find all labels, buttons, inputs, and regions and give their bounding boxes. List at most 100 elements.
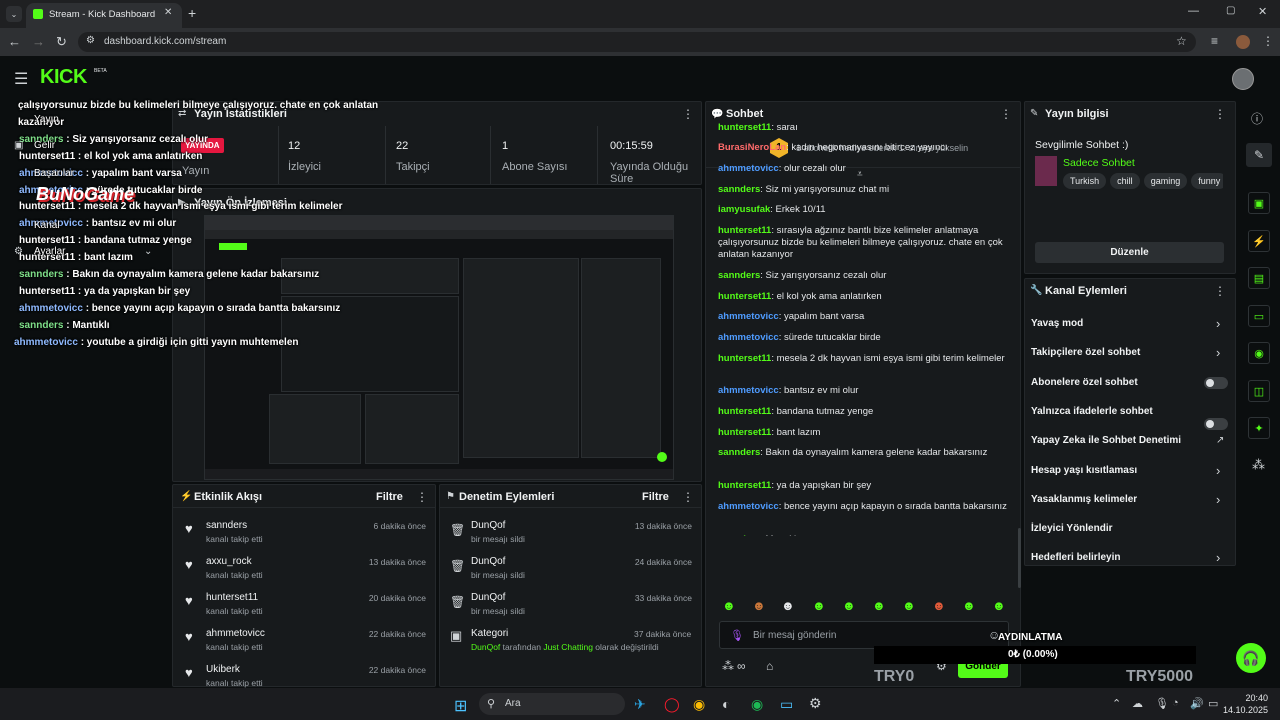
emote-icon[interactable]: ☻ [932,598,946,613]
chat-username[interactable]: ahmmetovicc [718,385,779,396]
browser-tab[interactable]: Stream - Kick Dashboard ✕ [26,3,182,28]
bolt-icon[interactable]: ⚡ [1248,230,1270,252]
channel-action-label[interactable]: İzleyici Yönlendir [1031,523,1113,534]
new-tab-icon[interactable]: + [188,5,196,21]
activity-menu-icon[interactable]: ⋮ [416,490,428,504]
infinity-icon[interactable]: ∞ [737,659,746,673]
battery-icon[interactable]: ▭ [1208,697,1218,710]
moderation-user[interactable]: DunQof [471,520,505,531]
microphone-icon[interactable]: 🎙 [730,629,744,642]
chevron-right-icon[interactable]: › [1216,316,1220,331]
taskbar-search[interactable]: ⚲ Ara [479,693,625,715]
stats-menu-icon[interactable]: ⋮ [682,107,694,121]
browser-menu-icon[interactable]: ⋮ [1262,34,1274,48]
opera-icon[interactable]: ◯ [664,696,680,713]
chat-username[interactable]: hunterset11 [718,291,771,302]
chevron-right-icon[interactable]: › [1216,550,1220,565]
chat-username[interactable]: BurasiNeroLan [718,142,786,153]
clock-date[interactable]: 14.10.2025 [1220,705,1268,715]
spotify-icon[interactable]: ◉ [751,696,763,713]
nav-item-ayarlar[interactable]: Ayarlar [34,246,66,257]
nav-item-gelir[interactable]: Gelir [34,140,55,151]
emote-icon[interactable]: ☻ [752,598,766,613]
toggle-switch[interactable] [1204,417,1228,430]
emote-icon[interactable]: ☻ [781,598,795,613]
back-icon[interactable]: ← [8,34,21,49]
chrome-icon[interactable]: ◉ [693,696,705,713]
emote-icon[interactable]: ☻ [992,598,1006,613]
channel-action-label[interactable]: Yalnızca ifadelerle sohbet [1031,406,1153,417]
bookmark-star-icon[interactable]: ☆ [1176,34,1187,48]
chat-username[interactable]: sannders [718,534,760,536]
screen-icon[interactable]: ▣ [1248,192,1270,214]
close-tab-icon[interactable]: ✕ [164,7,172,18]
emote-icon[interactable]: ☻ [902,598,916,613]
activity-user[interactable]: hunterset11 [206,592,258,603]
toggle-switch[interactable] [1204,376,1228,389]
hamburger-menu-icon[interactable]: ☰ [14,69,28,89]
chat-username[interactable]: sannders [718,447,760,458]
channel-action-label[interactable]: Yapay Zeka ile Sohbet Denetimi [1031,435,1181,446]
activity-filter-button[interactable]: Filtre [376,491,403,503]
info-icon[interactable]: ⓘ [1251,110,1263,127]
emote-icon[interactable]: ☻ [872,598,886,613]
cloud-icon[interactable]: ☁ [1132,697,1143,710]
moderation-user[interactable]: DunQof [471,556,505,567]
reload-icon[interactable]: ↻ [56,34,67,50]
chat-bubble-icon[interactable]: ▭ [1248,305,1270,327]
forward-icon[interactable]: → [32,34,45,49]
activity-user[interactable]: axxu_rock [206,556,252,567]
activity-user[interactable]: Ukiberk [206,664,240,675]
mic-tray-icon[interactable]: 🎙 [1155,697,1169,710]
emote-icon[interactable]: ☻ [962,598,976,613]
url-field[interactable]: ⚙ dashboard.kick.com/stream ☆ [78,32,1196,52]
tray-chevron-icon[interactable]: ⌃ [1112,697,1121,710]
store-icon[interactable]: ⌂ [766,659,773,673]
chat-username[interactable]: ahmmetovicc [718,311,779,322]
clock-time[interactable]: 20:40 [1236,693,1268,703]
channel-actions-menu-icon[interactable]: ⋮ [1214,284,1226,298]
emote-icon[interactable]: ☻ [812,598,826,613]
chat-menu-icon[interactable]: ⋮ [1000,107,1012,121]
edit-layout-icon[interactable]: ✎ [1246,143,1272,167]
external-link-icon[interactable]: ↗ [1216,435,1224,446]
chat-username[interactable]: hunterset11 [718,225,771,236]
chat-username[interactable]: hunterset11 [718,480,771,491]
channel-action-label[interactable]: Yasaklanmış kelimeler [1031,494,1137,505]
chat-username[interactable]: sannders [718,270,760,281]
tab-list-button[interactable]: ⌄ [6,6,22,22]
chat-username[interactable]: ahmmetovicc [718,163,779,174]
wifi-icon[interactable]: ◔ [1172,697,1179,709]
remote-desktop-icon[interactable]: ▭ [780,696,793,713]
reading-list-icon[interactable]: ≡ [1211,34,1218,48]
split-view-icon[interactable]: ◫ [1248,380,1270,402]
document-icon[interactable]: ▤ [1248,267,1270,289]
minimize-window-icon[interactable]: — [1188,5,1199,17]
chat-username[interactable]: ahmmetovicc [718,332,779,343]
channel-action-label[interactable]: Abonelere özel sohbet [1031,377,1138,388]
emote-icon[interactable]: ☻ [722,598,736,613]
kick-logo[interactable]: KICK [40,66,87,89]
support-button[interactable]: 🎧 [1236,643,1266,673]
chevron-right-icon[interactable]: › [1216,492,1220,507]
moderation-filter-button[interactable]: Filtre [642,491,669,503]
profile-avatar[interactable] [1236,35,1250,49]
chat-username[interactable]: hunterset11 [718,427,771,438]
steam-icon[interactable]: ◐ [722,696,730,712]
apps-icon[interactable]: ⁂ [1252,457,1265,473]
channel-action-label[interactable]: Hesap yaşı kısıtlaması [1031,465,1137,476]
users-icon[interactable]: ⁂ [722,659,734,673]
activity-user[interactable]: ahmmetovicc [206,628,265,639]
settings-app-icon[interactable]: ⚙ [809,695,822,712]
chat-username[interactable]: hunterset11 [718,353,771,364]
nav-item-yayin[interactable]: Yayın [34,114,59,125]
close-window-icon[interactable]: ✕ [1258,5,1267,18]
site-info-icon[interactable]: ⚙ [86,35,95,46]
chat-username[interactable]: hunterset11 [718,122,771,133]
maximize-window-icon[interactable]: ▢ [1226,5,1235,16]
telegram-icon[interactable]: ✈ [634,696,646,713]
chevron-right-icon[interactable]: › [1216,463,1220,478]
chat-username[interactable]: sannders [718,184,760,195]
chevron-right-icon[interactable]: › [1216,345,1220,360]
edit-stream-button[interactable]: Düzenle [1035,242,1224,263]
